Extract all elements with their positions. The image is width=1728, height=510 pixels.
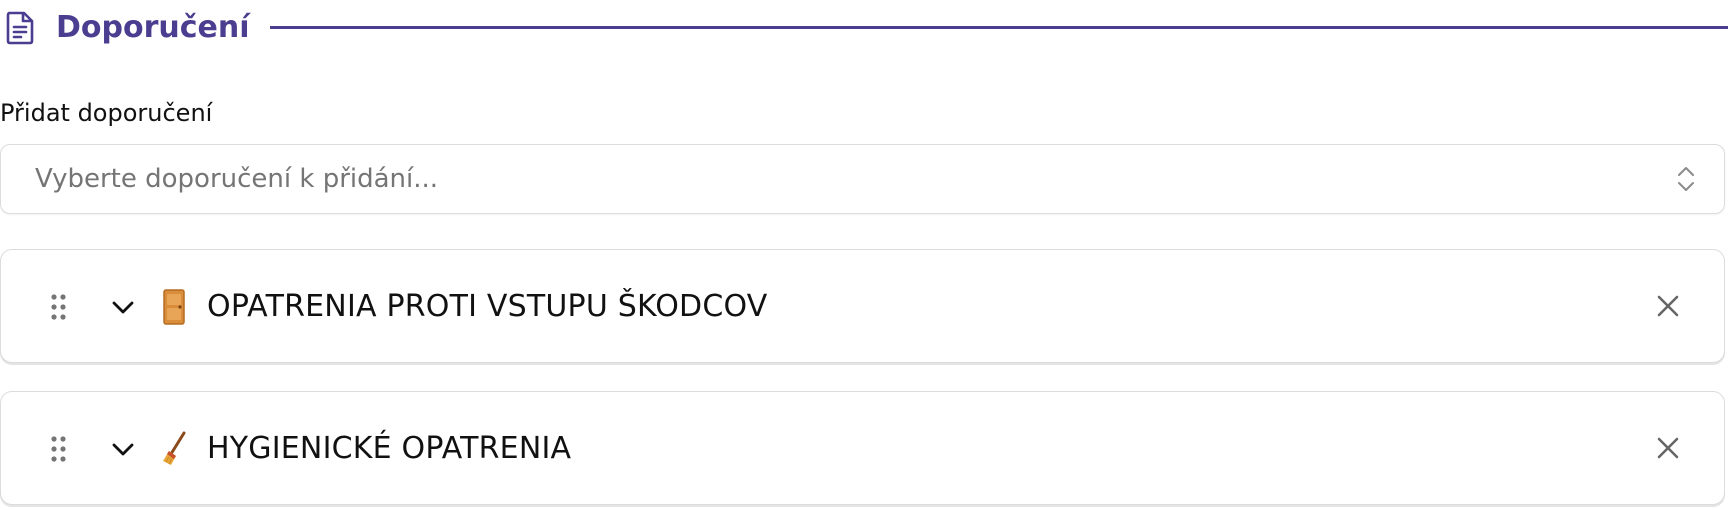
document-icon <box>5 10 35 46</box>
recommendation-title: OPATRENIA PROTI VSTUPU ŠKODCOV <box>207 289 768 324</box>
close-icon <box>1657 295 1679 317</box>
recommendation-card[interactable]: OPATRENIA PROTI VSTUPU ŠKODCOV <box>0 249 1725 363</box>
close-icon <box>1657 437 1679 459</box>
remove-recommendation-button[interactable] <box>1650 288 1686 324</box>
broom-icon <box>161 430 187 468</box>
section-title: Doporučení <box>56 10 250 45</box>
door-icon <box>161 288 187 326</box>
chevron-down-icon[interactable] <box>109 293 137 321</box>
remove-recommendation-button[interactable] <box>1650 430 1686 466</box>
recommendation-card[interactable]: HYGIENICKÉ OPATRENIA <box>0 391 1725 505</box>
section-header: Doporučení <box>0 0 1728 56</box>
drag-handle-icon[interactable] <box>49 292 69 322</box>
drag-handle-icon[interactable] <box>49 434 69 464</box>
select-placeholder: Vyberte doporučení k přidání... <box>35 164 439 194</box>
header-divider <box>270 26 1728 29</box>
add-recommendation-label: Přidat doporučení <box>0 99 213 127</box>
chevron-up-down-icon <box>1676 164 1696 194</box>
chevron-down-icon[interactable] <box>109 435 137 463</box>
add-recommendation-select[interactable]: Vyberte doporučení k přidání... <box>0 144 1725 214</box>
recommendation-title: HYGIENICKÉ OPATRENIA <box>207 431 572 466</box>
